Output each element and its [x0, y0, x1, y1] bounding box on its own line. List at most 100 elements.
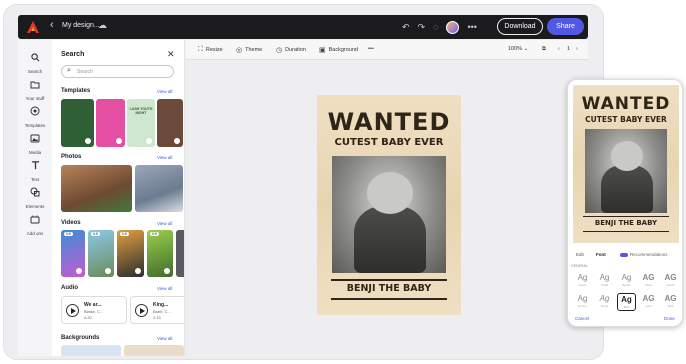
font-option[interactable]: AG Chunk [661, 272, 680, 290]
font-option[interactable]: Ag Avenir [573, 272, 592, 290]
top-bar-actions: ↶ ↷ ◌ ••• [402, 19, 477, 35]
close-icon[interactable]: ✕ [167, 49, 175, 60]
play-icon[interactable] [135, 304, 148, 317]
audio-card[interactable]: King... Banh, C... 2:15 [130, 296, 184, 324]
video-thumbnail[interactable]: 0:5 [117, 230, 144, 277]
rail-item-text[interactable]: Text [18, 157, 52, 182]
font-glyph: AG [664, 273, 677, 282]
divider-line [331, 279, 447, 281]
duration-button[interactable]: ◷ Duration [276, 46, 306, 54]
add-ons-icon [30, 215, 40, 224]
more-label: ••• [368, 46, 374, 52]
done-button[interactable]: Done [664, 316, 675, 321]
media-icon [30, 134, 40, 143]
share-button[interactable]: Share [547, 18, 584, 35]
background-thumbnail[interactable] [124, 345, 184, 356]
video-duration-badge: 0:5 [64, 232, 73, 236]
prev-page-icon[interactable]: ‹ [558, 46, 560, 52]
video-thumbnail[interactable]: 0:5 [61, 230, 85, 277]
font-option[interactable]: Ag Script [595, 293, 614, 311]
canvas-toolbar: ⛶ Resize ◎ Theme ◷ Duration ▣ Background •••… [186, 40, 588, 60]
section-title-backgrounds: Backgrounds [61, 335, 100, 341]
rail-label: Elements [25, 204, 45, 209]
template-thumbnail[interactable] [61, 99, 94, 147]
more-options-icon[interactable]: ••• [467, 22, 476, 32]
undo-icon[interactable]: ↶ [402, 22, 410, 33]
zoom-select[interactable]: 100% ⌄ [508, 46, 528, 52]
next-page-icon[interactable]: › [576, 46, 578, 52]
rail-item-add-ons[interactable]: Add ons [18, 211, 52, 236]
font-option[interactable]: AG Slab [661, 293, 680, 311]
audio-artist: Banh, C... [153, 309, 171, 314]
app-frame: ‹ My design... ☁ ↶ ↷ ◌ ••• Download Shar… [0, 0, 686, 364]
play-icon [164, 268, 170, 274]
font-option[interactable]: Ag Archivo [573, 293, 592, 311]
poster-canvas[interactable]: WANTED CUTEST BABY EVER BENJI THE BABY [317, 95, 461, 315]
photo-thumbnail[interactable] [61, 165, 132, 212]
resize-button[interactable]: ⛶ Resize [198, 46, 223, 54]
document-title[interactable]: My design... [62, 22, 100, 29]
view-all-photos-link[interactable]: View all [157, 155, 172, 160]
font-glyph: AG [642, 273, 655, 282]
template-thumbnail[interactable]: LUSH YOUTH NIGHT [127, 99, 155, 147]
background-label: Background [328, 47, 358, 53]
lightbulb-icon[interactable]: ◌ [433, 22, 438, 32]
audio-card[interactable]: We ar... Blaise, C... 4:20 [61, 296, 127, 324]
theme-icon: ◎ [236, 47, 243, 54]
photo-thumbnail[interactable] [135, 165, 183, 212]
download-button[interactable]: Download [497, 18, 543, 35]
redo-icon[interactable]: ↷ [418, 22, 426, 33]
video-thumbnail[interactable]: 0:5 [147, 230, 173, 277]
rail-label: Add ons [26, 231, 44, 236]
tab-recommendations[interactable]: Recommendations [620, 252, 668, 257]
text-icon [31, 161, 39, 170]
rail-item-elements[interactable]: Elements [18, 184, 52, 209]
font-option[interactable]: AG Light [639, 293, 658, 311]
rail-item-search[interactable]: Search [18, 49, 52, 74]
font-name: Anton [644, 283, 653, 287]
font-option[interactable]: Ag Sf Ital [595, 272, 614, 290]
video-thumbnail[interactable] [176, 230, 184, 277]
template-thumbnail[interactable] [96, 99, 125, 147]
adobe-express-logo-icon[interactable] [26, 20, 40, 34]
font-glyph: AG [642, 294, 655, 303]
cancel-button[interactable]: Cancel [575, 316, 589, 321]
view-all-backgrounds-link[interactable]: View all [157, 336, 172, 341]
view-all-templates-link[interactable]: View all [157, 89, 172, 94]
background-button[interactable]: ▣ Background [319, 46, 358, 54]
font-option[interactable]: Ag Bold [617, 293, 636, 311]
avatar[interactable] [446, 20, 460, 34]
back-chevron-icon[interactable]: ‹ [50, 19, 54, 31]
pages-icon[interactable]: ⧉ [542, 46, 546, 53]
play-icon[interactable] [66, 304, 79, 317]
poster-name[interactable]: BENJI THE BABY [317, 283, 461, 294]
phone-mockup: WANTED CUTEST BABY EVER BENJI THE BABY E… [567, 79, 683, 327]
phone-poster-preview[interactable]: WANTED CUTEST BABY EVER BENJI THE BABY [573, 85, 679, 243]
poster-subheadline[interactable]: CUTEST BABY EVER [317, 137, 461, 148]
font-option[interactable]: AG Anton [639, 272, 658, 290]
font-name: Bold [623, 305, 630, 309]
font-name: Script [600, 304, 609, 308]
tab-edit[interactable]: Edit [576, 252, 584, 257]
search-input[interactable]: ⌕ Search [61, 65, 174, 78]
background-thumbnail[interactable] [61, 345, 121, 356]
rail-item-media[interactable]: Media [18, 130, 52, 155]
recommendations-label: Recommendations [630, 252, 668, 257]
font-option[interactable]: Ag Bebas [617, 272, 636, 290]
more-tools-button[interactable]: ••• [368, 46, 374, 52]
font-glyph: Ag [599, 273, 610, 282]
view-all-videos-link[interactable]: View all [157, 221, 172, 226]
baby-photo[interactable] [332, 156, 446, 273]
rail-item-your-stuff[interactable]: Your stuff [18, 76, 52, 101]
tab-font[interactable]: Font [596, 252, 606, 257]
rail-item-templates[interactable]: Templates [18, 103, 52, 128]
play-icon [135, 268, 141, 274]
resize-icon: ⛶ [198, 46, 203, 53]
font-name: Light [645, 304, 652, 308]
video-thumbnail[interactable]: 0:5 [88, 230, 114, 277]
theme-button[interactable]: ◎ Theme [236, 46, 262, 54]
font-name: Sf Ital [600, 283, 609, 287]
poster-headline[interactable]: WANTED [317, 108, 461, 136]
template-thumbnail[interactable] [157, 99, 183, 147]
view-all-audio-link[interactable]: View all [157, 286, 172, 291]
